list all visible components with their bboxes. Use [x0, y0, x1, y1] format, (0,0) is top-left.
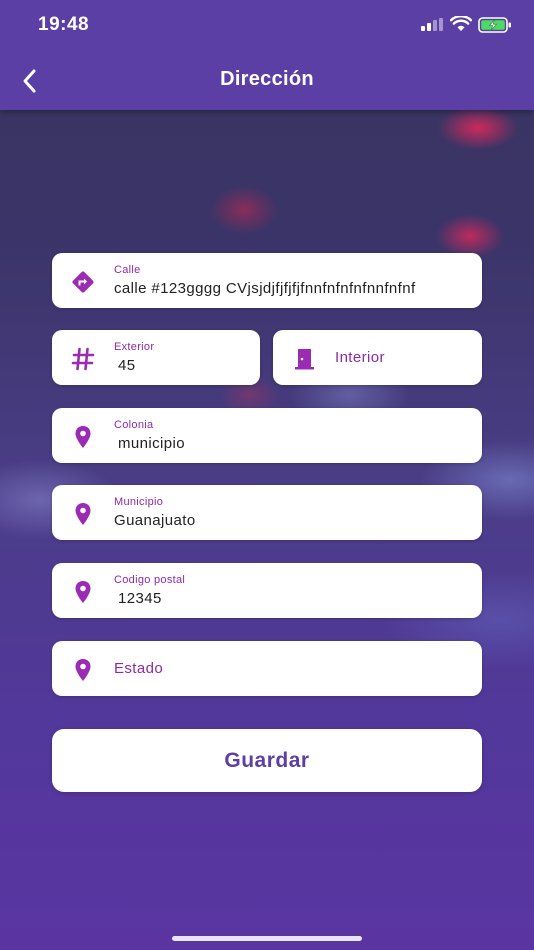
- wifi-icon: [450, 16, 472, 31]
- estado-input[interactable]: Estado: [114, 660, 163, 677]
- exterior-input[interactable]: 45: [118, 357, 136, 374]
- calle-input[interactable]: calle #123gggg CVjsjdjfjfjfjfnnfnfnfnfnn…: [114, 280, 474, 297]
- colonia-input[interactable]: municipio: [118, 435, 185, 452]
- estado-field[interactable]: Estado: [52, 641, 482, 696]
- status-time: 19:48: [38, 14, 90, 35]
- colonia-label: Colonia: [114, 419, 154, 431]
- codigo-postal-input[interactable]: 12345: [118, 590, 162, 607]
- calle-label: Calle: [114, 264, 141, 276]
- save-button[interactable]: Guardar: [52, 729, 482, 792]
- location-pin-icon: [75, 503, 91, 525]
- municipio-label: Municipio: [114, 496, 164, 508]
- location-pin-icon: [75, 659, 91, 681]
- exterior-field[interactable]: Exterior 45: [52, 330, 260, 385]
- door-icon: [295, 349, 314, 370]
- exterior-label: Exterior: [114, 341, 155, 353]
- municipio-input[interactable]: Guanajuato: [114, 512, 196, 529]
- battery-charging-icon: [478, 17, 511, 33]
- background: [0, 0, 534, 950]
- directions-icon: [72, 271, 94, 293]
- navigation-bar: 19:48 Dirección: [0, 0, 534, 110]
- location-pin-icon: [75, 426, 91, 448]
- page-title: Dirección: [220, 68, 314, 90]
- codigo-postal-label: Codigo postal: [114, 574, 186, 586]
- interior-field[interactable]: Interior: [273, 330, 482, 385]
- interior-input[interactable]: Interior: [335, 349, 385, 366]
- hash-icon: [71, 347, 95, 371]
- codigo-postal-field[interactable]: Codigo postal 12345: [52, 563, 482, 618]
- municipio-field[interactable]: Municipio Guanajuato: [52, 485, 482, 540]
- location-pin-icon: [75, 581, 91, 603]
- home-indicator: [172, 936, 362, 941]
- cellular-signal-icon: [421, 18, 443, 31]
- calle-field[interactable]: Calle calle #123gggg CVjsjdjfjfjfjfnnfnf…: [52, 253, 482, 308]
- colonia-field[interactable]: Colonia municipio: [52, 408, 482, 463]
